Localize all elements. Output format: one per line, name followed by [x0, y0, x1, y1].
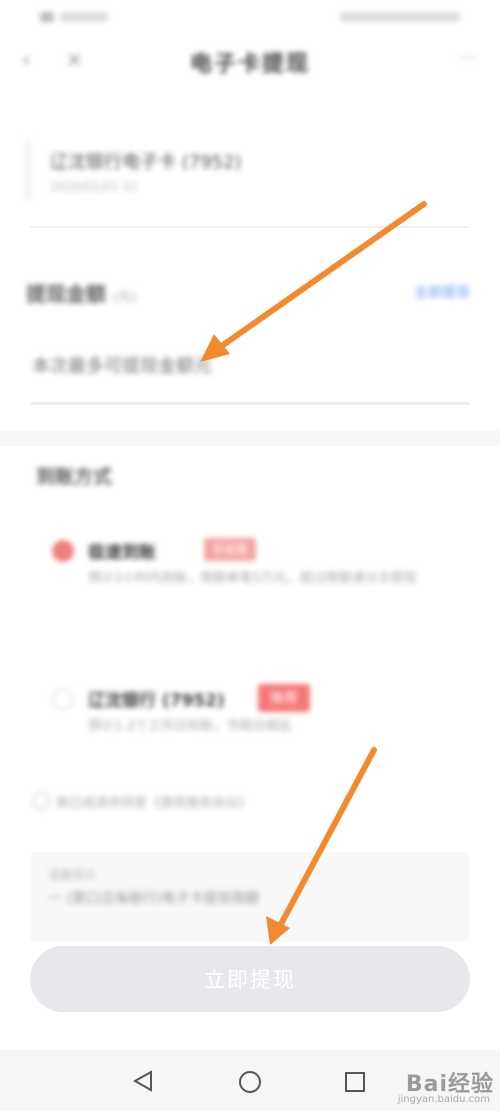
section-gap [0, 430, 500, 446]
nav-home-icon[interactable] [238, 1070, 262, 1094]
nav-bar: ‹ ✕ 电子卡提现 ··· [0, 34, 500, 88]
option-bank-badge: 推荐 [258, 684, 310, 712]
option-fast-title[interactable]: 极速到账 [88, 538, 156, 563]
divider [30, 226, 470, 228]
network-icon [60, 12, 108, 22]
agreement-text[interactable]: 我已阅读并同意《提现服务协议》 [56, 792, 251, 811]
amount-unit: (元) [112, 290, 137, 305]
submit-withdraw-button[interactable]: 立即提现 [30, 946, 470, 1012]
status-bar [0, 0, 500, 34]
amount-label-text: 提现金额 [26, 282, 106, 306]
option-bank-desc: 预计1-2个工作日到账，节假日顺延 [88, 719, 292, 734]
nav-back-icon[interactable] [132, 1070, 154, 1092]
option-fast-desc: 预计2小时内到账，限额单笔5万元，超过限额请分次提现 [88, 571, 417, 586]
bank-card-subtitle: 2020/01/01 01 [50, 180, 139, 194]
option-fast-badge: 手续费 [204, 538, 257, 561]
withdraw-all-link[interactable]: 全部提现 [414, 282, 470, 302]
amount-label: 提现金额 (元) [26, 278, 136, 307]
amount-input[interactable] [30, 348, 314, 384]
card-accent [26, 140, 30, 200]
radio-fast-selected[interactable] [52, 540, 74, 562]
page-title: 电子卡提现 [189, 52, 310, 77]
signal-icon [40, 12, 54, 22]
battery-icon [340, 12, 460, 22]
radio-bank-unselected[interactable] [52, 688, 74, 710]
notice-text: 一 (营口沿海银行)电子卡提现限额 [48, 891, 260, 907]
method-label: 到账方式 [36, 466, 113, 488]
notice-title: 温馨提示 [48, 868, 97, 882]
option-bank-title[interactable]: 辽沈银行 (7952) [88, 686, 225, 711]
more-icon[interactable]: ··· [459, 48, 476, 69]
agreement-checkbox[interactable] [32, 792, 50, 810]
amount-underline [30, 402, 470, 405]
nav-recents-icon[interactable] [344, 1071, 366, 1093]
bank-card-title[interactable]: 辽沈银行电子卡 (7952) [50, 148, 242, 174]
baidu-watermark-url: jingyan.baidu.com [397, 1094, 490, 1105]
